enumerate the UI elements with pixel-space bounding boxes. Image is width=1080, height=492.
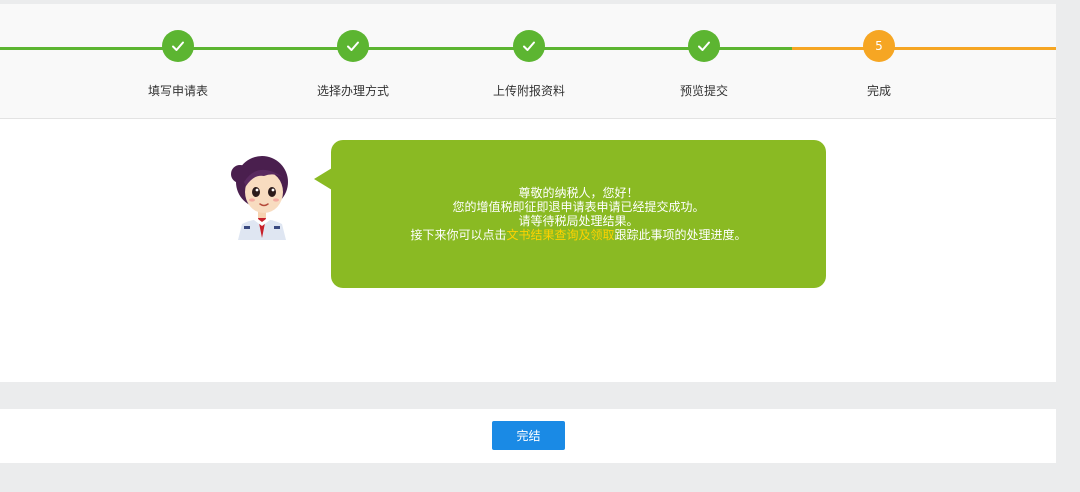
step-label: 选择办理方式 <box>316 84 389 98</box>
step-label: 预览提交 <box>679 84 728 98</box>
step-2: 选择办理方式 <box>273 30 433 99</box>
await-result-text: 请等待税局处理结果。 <box>518 214 639 228</box>
progress-steps: 填写申请表 选择办理方式 上传附报资料 预览提交 5 完成 <box>0 4 1056 119</box>
checkmark-icon <box>337 30 369 62</box>
step-5: 5 完成 <box>799 30 959 99</box>
tax-officer-avatar <box>231 156 288 240</box>
next-step-prefix: 接下来你可以点击 <box>410 228 507 242</box>
step-label: 上传附报资料 <box>492 84 565 98</box>
checkmark-icon <box>688 30 720 62</box>
step-number-badge: 5 <box>863 30 895 62</box>
checkmark-icon <box>162 30 194 62</box>
step-label: 填写申请表 <box>147 84 208 98</box>
next-step-suffix: 跟踪此事项的处理进度。 <box>614 228 747 242</box>
next-step-text: 接下来你可以点击文书结果查询及领取跟踪此事项的处理进度。 <box>410 228 746 242</box>
step-1: 填写申请表 <box>98 30 258 99</box>
finish-button[interactable]: 完结 <box>492 421 565 450</box>
step-label: 完成 <box>866 84 891 98</box>
document-result-query-link[interactable]: 文书结果查询及领取 <box>506 228 614 242</box>
step-4: 预览提交 <box>624 30 784 99</box>
submit-success-text: 您的增值税即征即退申请表申请已经提交成功。 <box>452 200 705 214</box>
greeting-text: 尊敬的纳税人，您好！ <box>518 186 639 200</box>
success-message-bubble: 尊敬的纳税人，您好！ 您的增值税即征即退申请表申请已经提交成功。 请等待税局处理… <box>331 140 826 288</box>
step-3: 上传附报资料 <box>449 30 609 99</box>
checkmark-icon <box>513 30 545 62</box>
speech-bubble-tail <box>314 168 332 190</box>
